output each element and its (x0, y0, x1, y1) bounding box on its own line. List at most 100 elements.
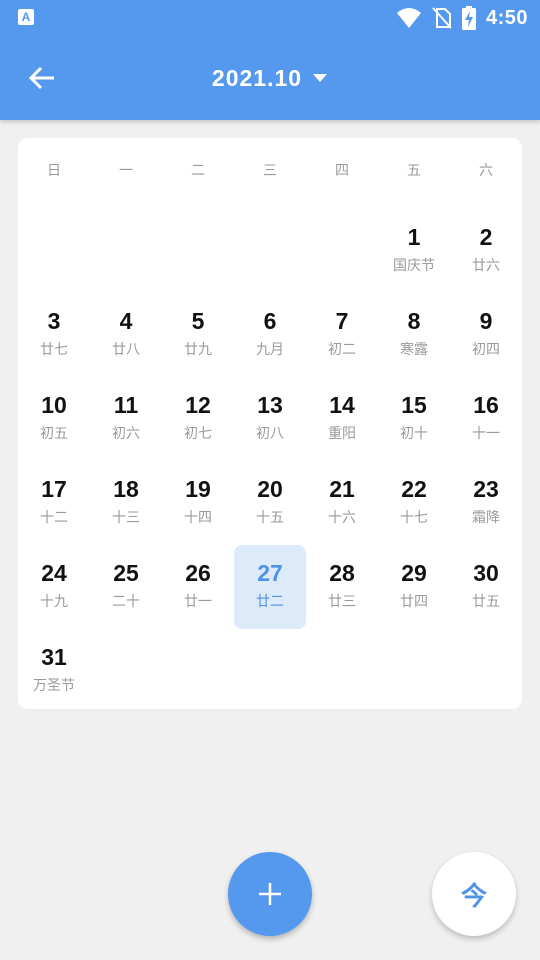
calendar-empty-cell (18, 202, 90, 286)
calendar-empty-cell (234, 622, 306, 706)
lunar-date: 廿三 (328, 593, 356, 609)
calendar-day[interactable]: 29 廿四 (378, 538, 450, 622)
day-number: 29 (401, 560, 427, 586)
arrow-left-icon (28, 66, 54, 90)
calendar-day[interactable]: 31 万圣节 (18, 622, 90, 706)
calendar-day[interactable]: 14 重阳 (306, 370, 378, 454)
calendar-day[interactable]: 15 初十 (378, 370, 450, 454)
app-bar: 2021.10 (0, 36, 540, 120)
day-number: 9 (479, 308, 493, 334)
caret-down-icon (313, 74, 328, 82)
calendar-empty-cell (306, 622, 378, 706)
calendar-day[interactable]: 20 十五 (234, 454, 306, 538)
calendar-day[interactable]: 28 廿三 (306, 538, 378, 622)
calendar-empty-cell (90, 202, 162, 286)
day-number: 10 (41, 392, 67, 418)
day-number: 17 (41, 476, 67, 502)
lunar-date: 万圣节 (33, 677, 75, 693)
calendar-day[interactable]: 12 初七 (162, 370, 234, 454)
lunar-date: 国庆节 (393, 257, 435, 273)
calendar-empty-cell (162, 622, 234, 706)
day-number: 2 (479, 224, 493, 250)
calendar-day[interactable]: 17 十二 (18, 454, 90, 538)
day-number: 31 (41, 644, 67, 670)
weekday-label: 六 (479, 162, 493, 178)
day-number: 25 (113, 560, 139, 586)
calendar-empty-cell (162, 202, 234, 286)
calendar-day[interactable]: 22 十七 (378, 454, 450, 538)
lunar-date: 十三 (112, 509, 140, 525)
calendar-day[interactable]: 18 十三 (90, 454, 162, 538)
month-picker-button[interactable]: 2021.10 (212, 65, 328, 92)
calendar-day[interactable]: 7 初二 (306, 286, 378, 370)
status-icons: 4:50 (396, 6, 528, 30)
calendar-empty-cell (450, 622, 522, 706)
day-number: 26 (185, 560, 211, 586)
calendar-day[interactable]: 5 廿九 (162, 286, 234, 370)
lunar-date: 初二 (328, 341, 356, 357)
calendar-day[interactable]: 30 廿五 (450, 538, 522, 622)
day-number: 12 (185, 392, 211, 418)
day-number: 7 (335, 308, 349, 334)
calendar-day[interactable]: 11 初六 (90, 370, 162, 454)
calendar-day[interactable]: 19 十四 (162, 454, 234, 538)
day-number: 27 (257, 560, 283, 586)
lunar-date: 九月 (256, 341, 284, 357)
lunar-date: 十一 (472, 425, 500, 441)
weekday-label: 一 (119, 162, 133, 178)
calendar-day[interactable]: 16 十一 (450, 370, 522, 454)
calendar-day-selected[interactable]: 27 廿二 (234, 538, 306, 629)
lunar-date: 初六 (112, 425, 140, 441)
calendar-day[interactable]: 2 廿六 (450, 202, 522, 286)
day-number: 16 (473, 392, 499, 418)
lunar-date: 十七 (400, 509, 428, 525)
day-number: 1 (407, 224, 421, 250)
day-number: 30 (473, 560, 499, 586)
lunar-date: 寒露 (400, 341, 428, 357)
lunar-date: 廿八 (112, 341, 140, 357)
day-number: 6 (263, 308, 277, 334)
back-button[interactable] (22, 58, 62, 98)
day-number: 8 (407, 308, 421, 334)
calendar-week-row: 3 廿七 4 廿八 5 廿九 6 九月 7 初二 8 寒露 9 初四 (18, 286, 522, 370)
lunar-date: 霜降 (472, 509, 500, 525)
day-number: 24 (41, 560, 67, 586)
lunar-date: 初七 (184, 425, 212, 441)
calendar-day[interactable]: 8 寒露 (378, 286, 450, 370)
calendar-empty-cell (378, 622, 450, 706)
calendar-day[interactable]: 13 初八 (234, 370, 306, 454)
status-bar: A 4:50 (0, 0, 540, 36)
calendar-day[interactable]: 6 九月 (234, 286, 306, 370)
status-time: 4:50 (485, 6, 528, 29)
lunar-date: 初五 (40, 425, 68, 441)
calendar-day[interactable]: 26 廿一 (162, 538, 234, 622)
weekday-header: 日 一 二 三 四 五 六 (18, 160, 522, 184)
page-title: 2021.10 (211, 64, 303, 91)
calendar-day[interactable]: 25 二十 (90, 538, 162, 622)
calendar-day[interactable]: 21 十六 (306, 454, 378, 538)
no-sim-icon (432, 7, 452, 29)
calendar-week-row: 1 国庆节 2 廿六 (18, 202, 522, 286)
lunar-date: 廿五 (472, 593, 500, 609)
calendar-day[interactable]: 9 初四 (450, 286, 522, 370)
day-number: 18 (113, 476, 139, 502)
lunar-date: 廿六 (472, 257, 500, 273)
day-number: 23 (473, 476, 499, 502)
lunar-date: 廿二 (256, 593, 284, 609)
plus-icon (259, 883, 281, 905)
lunar-date: 廿四 (400, 593, 428, 609)
calendar-day[interactable]: 23 霜降 (450, 454, 522, 538)
calendar-day[interactable]: 3 廿七 (18, 286, 90, 370)
calendar-day[interactable]: 1 国庆节 (378, 202, 450, 286)
calendar-day[interactable]: 24 十九 (18, 538, 90, 622)
weekday-label: 三 (263, 162, 277, 178)
calendar-day[interactable]: 10 初五 (18, 370, 90, 454)
today-button[interactable]: 今 (432, 852, 516, 936)
calendar-day[interactable]: 4 廿八 (90, 286, 162, 370)
day-number: 11 (113, 392, 139, 418)
add-event-button[interactable] (228, 852, 312, 936)
day-number: 14 (329, 392, 355, 418)
calendar-empty-cell (234, 202, 306, 286)
day-number: 15 (401, 392, 427, 418)
lunar-date: 十二 (40, 509, 68, 525)
